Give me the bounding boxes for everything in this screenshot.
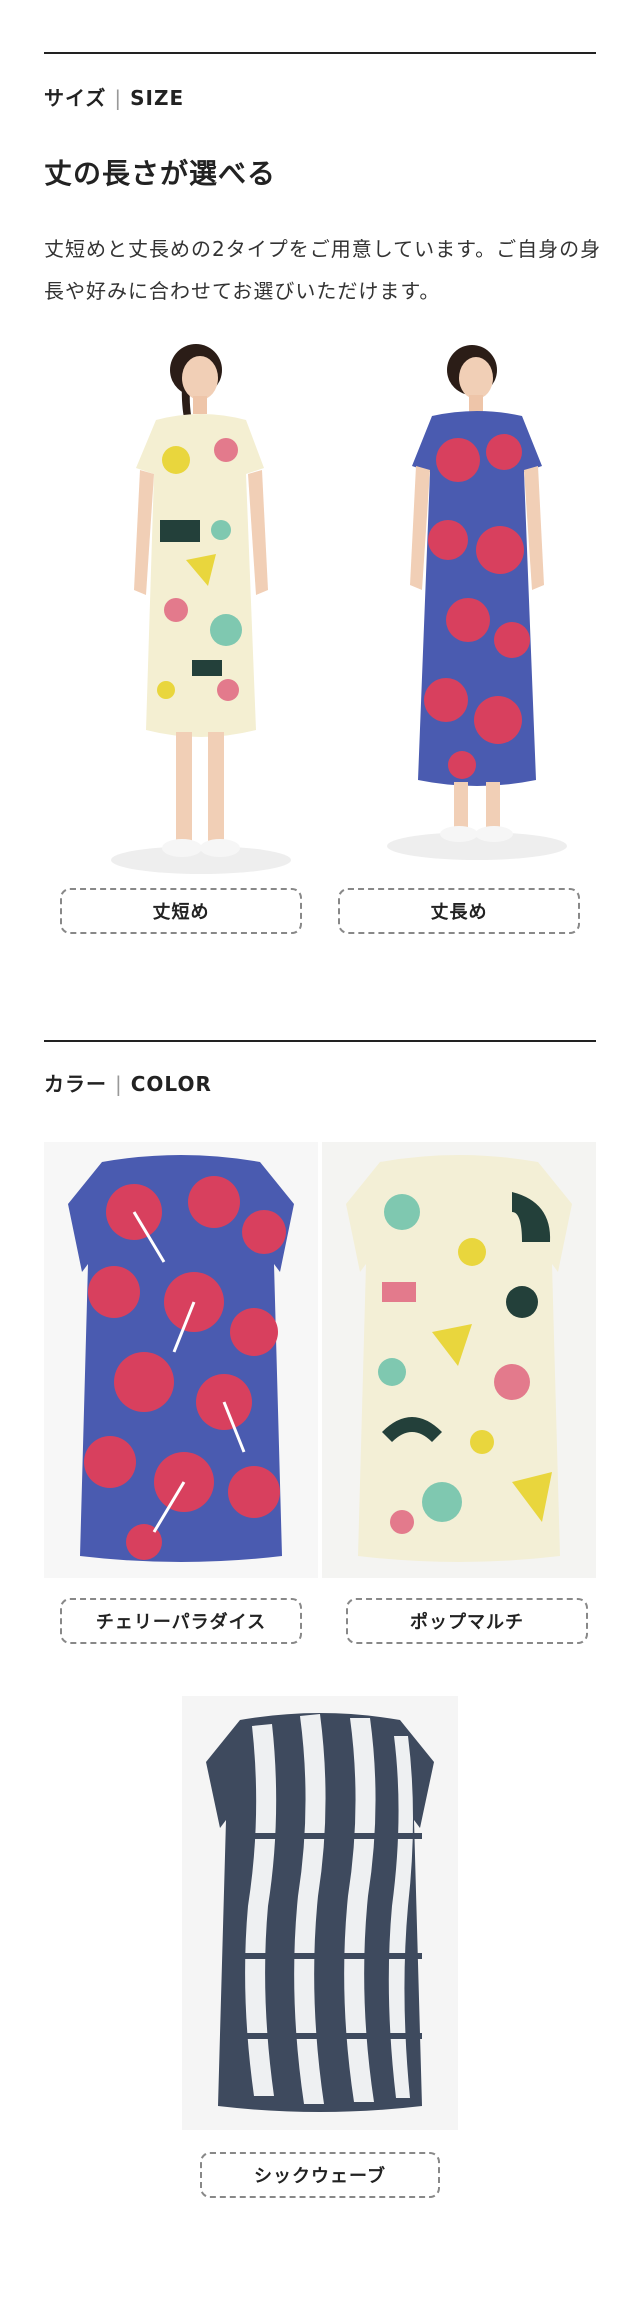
color-cherry-paradise-photo[interactable]: [44, 1142, 318, 1578]
size-option-short-label: 丈短め: [152, 902, 210, 923]
size-description: 丈短めと丈長めの2タイプをご用意しています。ご自身の身長や好みに合わせてお選びい…: [44, 237, 602, 303]
label-separator: |: [115, 1072, 123, 1096]
size-label-en: SIZE: [130, 86, 185, 110]
color-pop-multi-photo[interactable]: [322, 1142, 596, 1578]
model-long-dress-photo: [372, 340, 582, 880]
color-option-pop-multi-label: ポップマルチ: [410, 1612, 524, 1633]
color-option-chic-wave-label: シックウェーブ: [254, 2166, 386, 2187]
color-option-chic-wave[interactable]: シックウェーブ: [200, 2152, 440, 2198]
size-section-top-rule: [44, 52, 596, 54]
color-option-cherry-paradise[interactable]: チェリーパラダイス: [60, 1598, 302, 1644]
color-label-en: COLOR: [130, 1072, 212, 1096]
color-label-jp: カラー: [44, 1072, 107, 1096]
color-section-label: カラー | COLOR: [44, 1068, 212, 1097]
color-section-top-rule: [44, 1040, 596, 1042]
size-option-long-label: 丈長め: [430, 902, 488, 923]
color-option-cherry-paradise-label: チェリーパラダイス: [95, 1612, 267, 1633]
size-heading: 丈の長さが選べる: [44, 157, 277, 190]
size-option-short[interactable]: 丈短め: [60, 888, 302, 934]
color-option-pop-multi[interactable]: ポップマルチ: [346, 1598, 588, 1644]
model-short-dress-photo: [96, 340, 306, 880]
size-option-long[interactable]: 丈長め: [338, 888, 580, 934]
size-section-label: サイズ | SIZE: [44, 82, 184, 111]
color-chic-wave-photo[interactable]: [182, 1696, 458, 2130]
size-label-jp: サイズ: [44, 86, 107, 110]
label-separator: |: [114, 86, 123, 110]
